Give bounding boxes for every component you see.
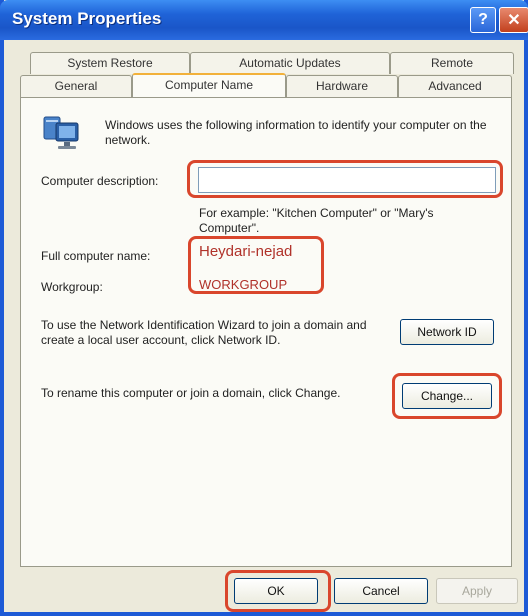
tab-general[interactable]: General xyxy=(20,75,132,97)
tab-label: General xyxy=(54,79,98,93)
apply-button[interactable]: Apply xyxy=(436,578,518,604)
tab-automatic-updates[interactable]: Automatic Updates xyxy=(190,52,390,74)
tab-label: Computer Name xyxy=(164,78,254,92)
title-bar[interactable]: System Properties ? ✕ xyxy=(0,0,528,40)
computer-description-input[interactable] xyxy=(198,167,496,193)
tab-label: Automatic Updates xyxy=(239,56,341,70)
tab-hardware[interactable]: Hardware xyxy=(286,75,398,97)
change-button[interactable]: Change... xyxy=(402,383,492,409)
tab-label: System Restore xyxy=(67,56,153,70)
description-label: Computer description: xyxy=(41,174,159,188)
close-icon: ✕ xyxy=(507,12,521,29)
close-button[interactable]: ✕ xyxy=(499,7,528,33)
tab-label: Advanced xyxy=(428,79,482,93)
rename-text: To rename this computer or join a domain… xyxy=(41,386,341,400)
tab-label: Remote xyxy=(430,56,474,70)
tab-label: Hardware xyxy=(315,79,369,93)
example-text: For example: "Kitchen Computer" or "Mary… xyxy=(199,206,434,235)
ok-button[interactable]: OK xyxy=(234,578,318,604)
cancel-button[interactable]: Cancel xyxy=(334,578,428,604)
tab-advanced[interactable]: Advanced xyxy=(398,75,512,97)
workgroup-value: WORKGROUP xyxy=(199,277,288,292)
window-title: System Properties xyxy=(12,9,162,28)
tab-computer-name[interactable]: Computer Name xyxy=(132,73,286,97)
help-button[interactable]: ? xyxy=(470,7,496,33)
tab-system-restore[interactable]: System Restore xyxy=(30,52,190,74)
intro-text: Windows uses the following information t… xyxy=(105,118,487,147)
wizard-text: To use the Network Identification Wizard… xyxy=(41,318,367,347)
computer-icon xyxy=(43,116,79,149)
help-icon: ? xyxy=(478,11,488,28)
network-id-button[interactable]: Network ID xyxy=(400,319,494,345)
system-properties-window: System Properties ? ✕ System Restore Aut… xyxy=(0,0,528,616)
full-name-value: Heydari-nejad xyxy=(199,243,293,260)
tab-remote[interactable]: Remote xyxy=(390,52,514,74)
full-name-label: Full computer name: xyxy=(41,249,151,263)
workgroup-label: Workgroup: xyxy=(41,280,103,294)
